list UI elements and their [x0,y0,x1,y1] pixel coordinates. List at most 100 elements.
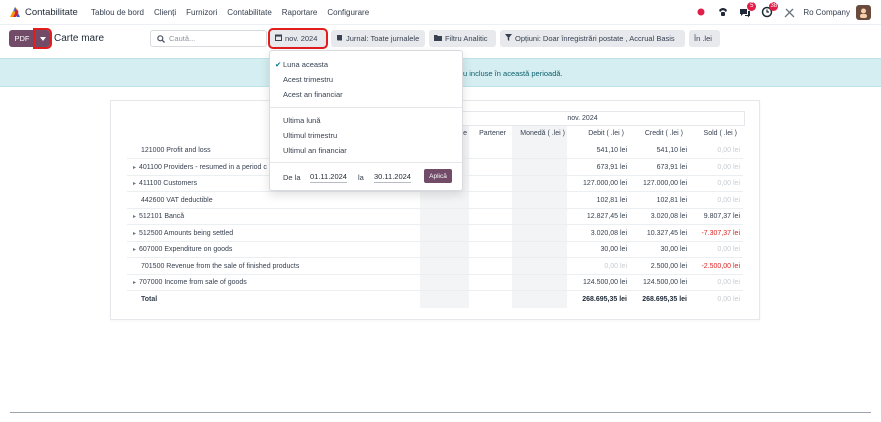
folder-icon [434,34,442,43]
search-input[interactable]: Caută... [150,30,267,47]
balance-cell: 0,00 lei [717,180,740,187]
account-label: 512101 Bancă [139,213,185,220]
account-name: ▸ 411100 Customers [133,180,197,187]
menu-item-dashboard[interactable]: Tablou de bord [91,8,144,17]
dropdown-item-last-quarter[interactable]: Ultimul trimestru [283,131,337,140]
breadcrumb: Carte mare [54,33,105,44]
menu-item-accounting[interactable]: Contabilitate [227,8,271,17]
credit-cell: 673,91 lei [656,163,687,171]
balance-cell: 0,00 lei [717,246,740,253]
credit-cell: 2.500,00 lei [650,262,687,270]
table-row[interactable]: ▸ 607000 Expenditure on goods 30,00 lei 30,… [127,241,743,258]
account-name: 442600 VAT deductible [141,197,213,204]
account-label: 607000 Expenditure on goods [139,246,233,253]
accounting-app-icon[interactable] [9,6,21,18]
balance-cell: -2.500,00 lei [701,262,740,270]
table-row: 701500 Revenue from the sale of finished… [127,258,743,275]
navbar-systray: 5 38 Ro Company [687,2,871,20]
credit-cell: 127.000,00 lei [643,180,687,187]
activity-clock-icon[interactable]: 38 [759,2,779,20]
analytic-filter-button[interactable]: Filtru Analitic [429,30,496,47]
search-placeholder: Caută... [169,34,196,43]
dropdown-item-this-month[interactable]: Luna aceasta [283,60,328,69]
column-header-debit: Debit ( .lei ) [588,130,624,137]
column-header-currency: Monedă ( .lei ) [520,130,565,137]
account-label: 121000 Profit and loss [141,147,211,154]
to-label: la [358,173,364,182]
menu-item-customers[interactable]: Clienți [154,8,176,17]
total-label: Total [141,295,158,303]
account-name: 121000 Profit and loss [141,147,211,154]
currency-filter-button[interactable]: În .lei [689,30,720,47]
export-dropdown-toggle[interactable] [33,28,52,49]
company-switcher[interactable]: Ro Company [803,8,850,17]
tools-icon[interactable] [781,4,797,20]
menu-item-vendors[interactable]: Furnizori [186,8,217,17]
balance-cell: 0,00 lei [717,147,740,154]
main-menu: Tablou de bord Clienți Furnizori Contabi… [91,8,379,17]
account-name: ▸ 707000 Income from sale of goods [133,279,247,286]
total-row: Total 268.695,35 lei 268.695,35 lei 0,00 le… [127,291,743,308]
account-name: ▸ 401100 Providers - resumed in a period … [133,164,267,171]
expand-caret-icon[interactable]: ▸ [133,214,136,220]
from-date-input[interactable]: 01.11.2024 [310,172,347,183]
balance-cell: 0,00 lei [717,279,740,286]
analytic-filter-label: Filtru Analitic [445,34,488,43]
dropdown-item-this-quarter[interactable]: Acest trimestru [283,75,333,84]
account-label: 701500 Revenue from the sale of finished… [141,262,300,270]
chat-badge: 5 [747,2,757,11]
credit-cell: 541,10 lei [656,147,687,154]
book-icon [336,34,343,43]
journal-filter-button[interactable]: Jurnal: Toate jurnalele [331,30,425,47]
dropdown-divider [270,107,462,108]
table-row[interactable]: ▸ 512500 Amounts being settled 3.020,08 le… [127,225,743,242]
credit-cell: 124.500,00 lei [643,279,687,286]
table-row: 442600 VAT deductible 102,81 lei 102,81 le… [127,192,743,209]
credit-cell: 102,81 lei [656,196,687,204]
date-filter-button[interactable]: nov. 2024 [268,28,328,49]
app-name[interactable]: Contabilitate [25,7,78,18]
account-label: 401100 Providers - resumed in a period c [139,163,267,171]
account-label: 512500 Amounts being settled [139,229,234,237]
total-balance: 0,00 lei [717,295,740,303]
account-label: 411100 Customers [139,180,198,187]
dropdown-item-last-fiscal-year[interactable]: Ultimul an financiar [283,146,347,155]
balance-cell: -7.307,37 lei [701,229,740,237]
total-credit: 268.695,35 lei [642,295,687,303]
expand-caret-icon[interactable]: ▸ [133,181,136,187]
funnel-icon [505,34,512,43]
info-alert-text: u incluse în această perioadă. [463,69,563,78]
menu-item-configuration[interactable]: Configurare [327,8,369,17]
currency-filter-label: În .lei [694,34,712,43]
account-name: ▸ 512101 Bancă [133,213,184,220]
caret-down-icon [39,36,46,41]
search-icon [157,34,165,43]
options-filter-button[interactable]: Opțiuni: Doar înregistrări postate , Acc… [500,30,685,47]
top-navbar: Contabilitate Tablou de bord Clienți Fur… [0,0,881,25]
table-row[interactable]: ▸ 512101 Bancă 12.827,45 lei 3.020,08 lei 9.… [127,208,743,225]
dropdown-divider [270,162,462,163]
apply-button[interactable]: Aplică [424,169,452,183]
credit-cell: 3.020,08 lei [650,213,687,220]
phone-icon[interactable] [715,4,731,20]
expand-caret-icon[interactable]: ▸ [133,280,136,286]
pdf-button[interactable]: PDF [9,30,35,47]
expand-caret-icon[interactable]: ▸ [133,165,136,171]
dropdown-item-last-month[interactable]: Ultima lună [283,116,321,125]
expand-caret-icon[interactable]: ▸ [133,231,136,237]
balance-cell: 0,00 lei [717,163,740,171]
credit-cell: 30,00 lei [660,246,687,253]
table-row[interactable]: ▸ 707000 Income from sale of goods 124.500… [127,274,743,291]
menu-item-reporting[interactable]: Raportare [282,8,318,17]
account-label: 707000 Income from sale of goods [139,279,247,286]
column-header-partner: Partener [479,130,506,137]
user-avatar[interactable] [856,4,871,20]
dropdown-item-this-fiscal-year[interactable]: Acest an financiar [283,90,343,99]
status-dot-icon[interactable] [693,4,709,20]
from-label: De la [283,173,301,182]
chat-icon[interactable]: 5 [737,2,757,20]
journal-filter-label: Jurnal: Toate jurnalele [346,34,420,43]
check-icon: ✔ [275,60,282,69]
to-date-input[interactable]: 30.11.2024 [374,172,411,183]
expand-caret-icon[interactable]: ▸ [133,247,136,253]
